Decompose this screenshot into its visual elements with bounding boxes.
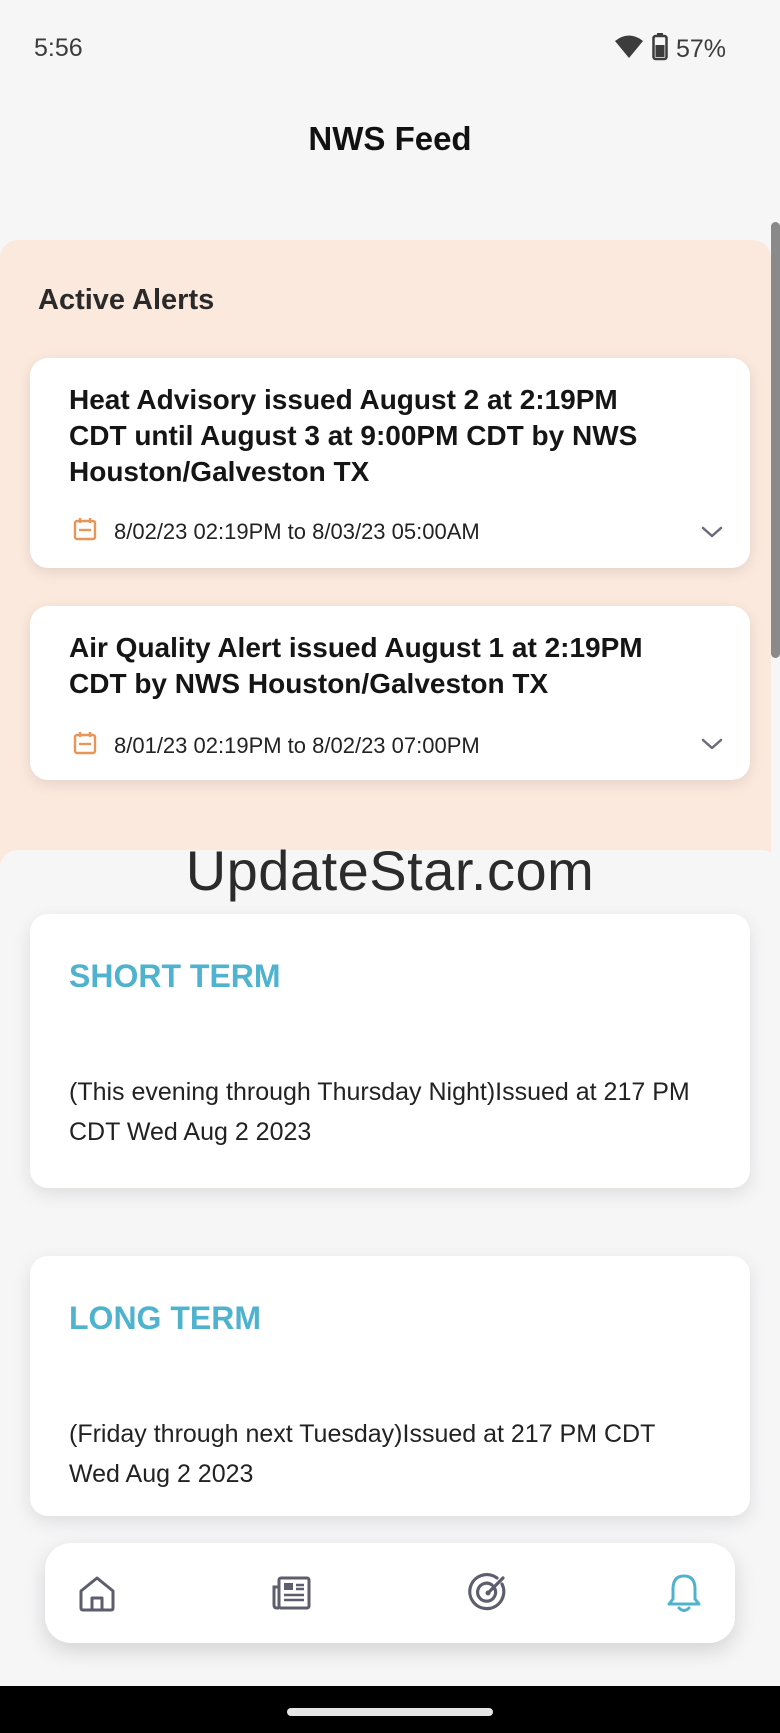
- alert-meta: 8/02/23 02:19PM to 8/03/23 05:00AM: [72, 516, 480, 547]
- calendar-icon: [72, 730, 98, 761]
- alert-card[interactable]: Heat Advisory issued August 2 at 2:19PM …: [30, 358, 750, 568]
- forecast-body: (This evening through Thursday Night)Iss…: [69, 1078, 690, 1146]
- home-icon: [79, 1576, 115, 1612]
- home-indicator[interactable]: [287, 1708, 493, 1716]
- battery-percent: 57%: [675, 35, 726, 63]
- forecast-body: (Friday through next Tuesday)Issued at 2…: [69, 1420, 655, 1488]
- app-header: NWS Feed: [0, 120, 780, 158]
- page-title: NWS Feed: [308, 120, 472, 157]
- alerts-heading: Active Alerts: [38, 284, 215, 316]
- nav-home-button[interactable]: [75, 1571, 119, 1615]
- chevron-down-icon[interactable]: [696, 516, 728, 548]
- nav-news-button[interactable]: [270, 1571, 314, 1615]
- status-time: 5:56: [34, 34, 83, 62]
- forecast-card-short-term[interactable]: SHORT TERM (This evening through Thursda…: [30, 914, 750, 1188]
- nav-alerts-button[interactable]: [662, 1571, 706, 1615]
- alert-dates: 8/01/23 02:19PM to 8/02/23 07:00PM: [114, 732, 480, 758]
- alert-title: Air Quality Alert issued August 1 at 2:1…: [69, 632, 643, 699]
- alert-card[interactable]: Air Quality Alert issued August 1 at 2:1…: [30, 606, 750, 780]
- status-bar: 5:56 57%: [0, 0, 780, 96]
- wifi-icon: [614, 34, 644, 65]
- scrollbar-thumb[interactable]: [771, 222, 780, 658]
- active-alerts-section: Active Alerts Heat Advisory issued Augus…: [0, 240, 771, 880]
- status-icons: 57%: [614, 33, 726, 66]
- forecast-heading: SHORT TERM: [69, 958, 281, 994]
- radar-icon: [468, 1573, 506, 1611]
- forecast-card-long-term[interactable]: LONG TERM (Friday through next Tuesday)I…: [30, 1256, 750, 1516]
- watermark: UpdateStar.com: [185, 839, 595, 902]
- bottom-nav: [45, 1543, 735, 1643]
- battery-icon: [652, 33, 668, 66]
- alert-title: Heat Advisory issued August 2 at 2:19PM …: [69, 384, 638, 487]
- chevron-down-icon[interactable]: [696, 728, 728, 760]
- alert-meta: 8/01/23 02:19PM to 8/02/23 07:00PM: [72, 730, 480, 761]
- nav-radar-button[interactable]: [466, 1571, 510, 1615]
- forecast-heading: LONG TERM: [69, 1300, 261, 1336]
- alert-dates: 8/02/23 02:19PM to 8/03/23 05:00AM: [114, 518, 480, 544]
- bell-icon: [667, 1574, 701, 1612]
- newspaper-icon: [272, 1576, 311, 1610]
- screen: 5:56 57% NWS Feed Active Alerts Heat Adv…: [0, 0, 780, 1733]
- calendar-icon: [72, 516, 98, 547]
